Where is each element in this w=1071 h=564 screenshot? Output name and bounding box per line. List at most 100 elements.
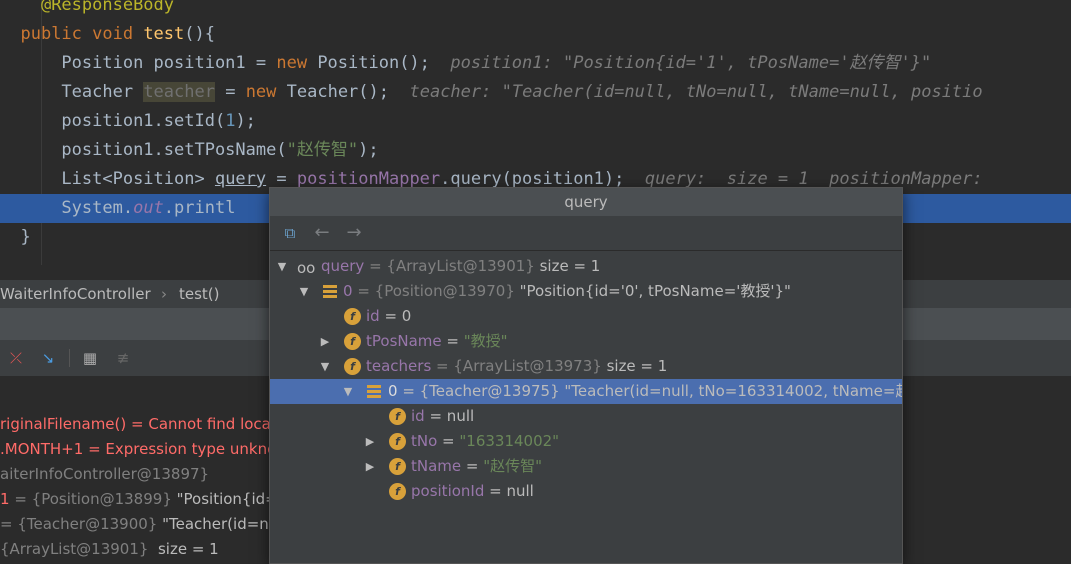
expand-down-icon[interactable]: ▼ bbox=[297, 279, 311, 304]
tree-row-tno[interactable]: ▶ f tNo = "163314002" bbox=[270, 429, 902, 454]
node-equals: = bbox=[461, 457, 484, 475]
tree-row-tname[interactable]: ▶ f tName = "赵传智" bbox=[270, 454, 902, 479]
node-value: = null bbox=[484, 482, 534, 500]
variable-object: {ArrayList@13901} bbox=[0, 540, 149, 558]
node-string-value: "163314002" bbox=[459, 432, 560, 450]
node-equals: = bbox=[441, 332, 464, 350]
code-text: position1.setId( bbox=[61, 111, 226, 131]
tree-row-query[interactable]: ▼ oo query = {ArrayList@13901} size = 1 bbox=[270, 254, 902, 279]
tree-row-teacher-selected[interactable]: ▼ 0 = {Teacher@13975} "Teacher(id=null, … bbox=[270, 379, 902, 404]
variable-value: = Expression type unknow bbox=[83, 440, 289, 458]
node-name: tPosName bbox=[366, 332, 442, 350]
variable-name: riginalFilename() bbox=[0, 415, 127, 433]
tree-row-tposname[interactable]: ▶ f tPosName = "教授" bbox=[270, 329, 902, 354]
tree-row-teacher-id[interactable]: f id = null bbox=[270, 404, 902, 429]
variable-name: .MONTH+1 bbox=[0, 440, 84, 458]
node-name: id bbox=[366, 307, 380, 325]
evaluate-expression-icon[interactable]: ↘ bbox=[38, 348, 58, 368]
node-name: tNo bbox=[411, 432, 438, 450]
code-line-3[interactable]: Position position1 = new Position(); pos… bbox=[0, 49, 1071, 78]
node-object: = {ArrayList@13901} bbox=[364, 257, 535, 275]
node-object: = {Position@13970} bbox=[352, 282, 515, 300]
expand-right-icon[interactable]: ▶ bbox=[363, 429, 377, 454]
code-text: ); bbox=[358, 140, 379, 160]
code-text: .query(position1); bbox=[440, 169, 625, 189]
code-line-2[interactable]: public void test(){ bbox=[0, 20, 1071, 49]
tree-row-position[interactable]: ▼ 0 = {Position@13970} "Position{id='0',… bbox=[270, 279, 902, 304]
code-text: position1.setTPosName( bbox=[61, 140, 287, 160]
breadcrumb-method[interactable]: test() bbox=[179, 280, 220, 308]
string-literal: "赵传智" bbox=[286, 140, 359, 160]
tree-row-teachers[interactable]: ▼ f teachers = {ArrayList@13973} size = … bbox=[270, 354, 902, 379]
inline-value-hint: query: size = 1 positionMapper: bbox=[644, 169, 983, 189]
field-icon: f bbox=[389, 458, 406, 475]
node-value: "Teacher(id=null, tNo=163314002, tName=赵… bbox=[564, 382, 902, 400]
keyword-text: new bbox=[245, 82, 277, 102]
inline-value-hint: position1: "Position{id='1', tPosName='赵… bbox=[450, 53, 932, 73]
variable-value: = Cannot find local v bbox=[126, 415, 289, 433]
variable-name: aiterInfoController@13897} bbox=[0, 465, 210, 483]
settings-icon[interactable]: ≢ bbox=[113, 348, 133, 368]
variable-row[interactable]: {ArrayList@13901} size = 1 bbox=[0, 537, 219, 562]
expand-right-icon[interactable]: ▶ bbox=[363, 454, 377, 479]
code-text: System. bbox=[61, 198, 134, 218]
list-element-icon bbox=[367, 385, 381, 398]
keyword-text: public void bbox=[20, 24, 144, 44]
field-icon: f bbox=[389, 408, 406, 425]
unused-variable[interactable]: teacher bbox=[143, 82, 215, 102]
quick-evaluate-popup[interactable]: query ⧉ ← → ▼ oo query = {ArrayList@1390… bbox=[269, 187, 903, 564]
code-text: = bbox=[266, 169, 297, 189]
code-text: Position position1 = bbox=[61, 53, 277, 73]
code-text: List<Position> bbox=[61, 169, 215, 189]
static-field: out bbox=[133, 198, 164, 218]
forward-arrow-icon[interactable]: → bbox=[343, 223, 365, 243]
expand-down-icon[interactable]: ▼ bbox=[318, 354, 332, 379]
value-tree[interactable]: ▼ oo query = {ArrayList@13901} size = 1 … bbox=[270, 251, 902, 561]
node-value: = null bbox=[424, 407, 475, 425]
list-element-icon bbox=[323, 285, 337, 298]
calculator-icon[interactable]: ▦ bbox=[80, 348, 100, 368]
popup-title[interactable]: query bbox=[270, 188, 902, 216]
variable-row[interactable]: 1 = {Position@13899} "Position{id='1' bbox=[0, 487, 296, 512]
watch-glasses-icon: oo bbox=[297, 259, 316, 277]
variable-object: = {Position@13899} bbox=[9, 490, 172, 508]
tree-row-id[interactable]: f id = 0 bbox=[270, 304, 902, 329]
node-equals: = bbox=[437, 432, 460, 450]
variable-name: 1 bbox=[0, 490, 10, 508]
field-icon: f bbox=[389, 483, 406, 500]
add-to-watches-icon[interactable]: ⧉ bbox=[279, 223, 301, 243]
node-value: size = 1 bbox=[601, 357, 668, 375]
expand-right-icon[interactable]: ▶ bbox=[318, 329, 332, 354]
variable-value: size = 1 bbox=[148, 540, 219, 558]
node-name: query bbox=[321, 257, 365, 275]
node-name: teachers bbox=[366, 357, 432, 375]
node-value: size = 1 bbox=[534, 257, 601, 275]
expand-down-icon[interactable]: ▼ bbox=[275, 254, 289, 279]
expand-down-icon[interactable]: ▼ bbox=[341, 379, 355, 404]
node-name: tName bbox=[411, 457, 462, 475]
code-line-5[interactable]: position1.setId(1); bbox=[0, 107, 1071, 136]
remove-watch-icon[interactable]: ⤫ bbox=[6, 348, 26, 368]
inline-value-hint: teacher: "Teacher(id=null, tNo=null, tNa… bbox=[409, 82, 983, 102]
variable-row[interactable]: .MONTH+1 = Expression type unknow bbox=[0, 437, 289, 462]
tree-row-positionid[interactable]: f positionId = null bbox=[270, 479, 902, 504]
method-name: test bbox=[143, 24, 185, 44]
code-text: = bbox=[214, 82, 246, 102]
variable-row[interactable]: = {Teacher@13900} "Teacher(id=null, bbox=[0, 512, 291, 537]
node-string-value: "赵传智" bbox=[483, 457, 543, 475]
code-line-1[interactable]: @ResponseBody bbox=[0, 0, 1071, 20]
breadcrumb-class[interactable]: WaiterInfoController bbox=[0, 280, 151, 308]
variable-row[interactable]: aiterInfoController@13897} bbox=[0, 462, 209, 487]
code-line-4[interactable]: Teacher teacher = new Teacher(); teacher… bbox=[0, 78, 1071, 107]
code-text: Teacher(); bbox=[276, 82, 389, 102]
code-line-6[interactable]: position1.setTPosName("赵传智"); bbox=[0, 136, 1071, 165]
node-string-value: "教授" bbox=[463, 332, 508, 350]
field-reference: positionMapper bbox=[296, 169, 441, 189]
code-text: } bbox=[20, 227, 31, 247]
node-name: id bbox=[411, 407, 425, 425]
code-text: ); bbox=[235, 111, 256, 131]
query-variable[interactable]: query bbox=[215, 169, 266, 189]
variable-row[interactable]: riginalFilename() = Cannot find local v bbox=[0, 412, 289, 437]
back-arrow-icon[interactable]: ← bbox=[311, 223, 333, 243]
field-icon: f bbox=[344, 358, 361, 375]
